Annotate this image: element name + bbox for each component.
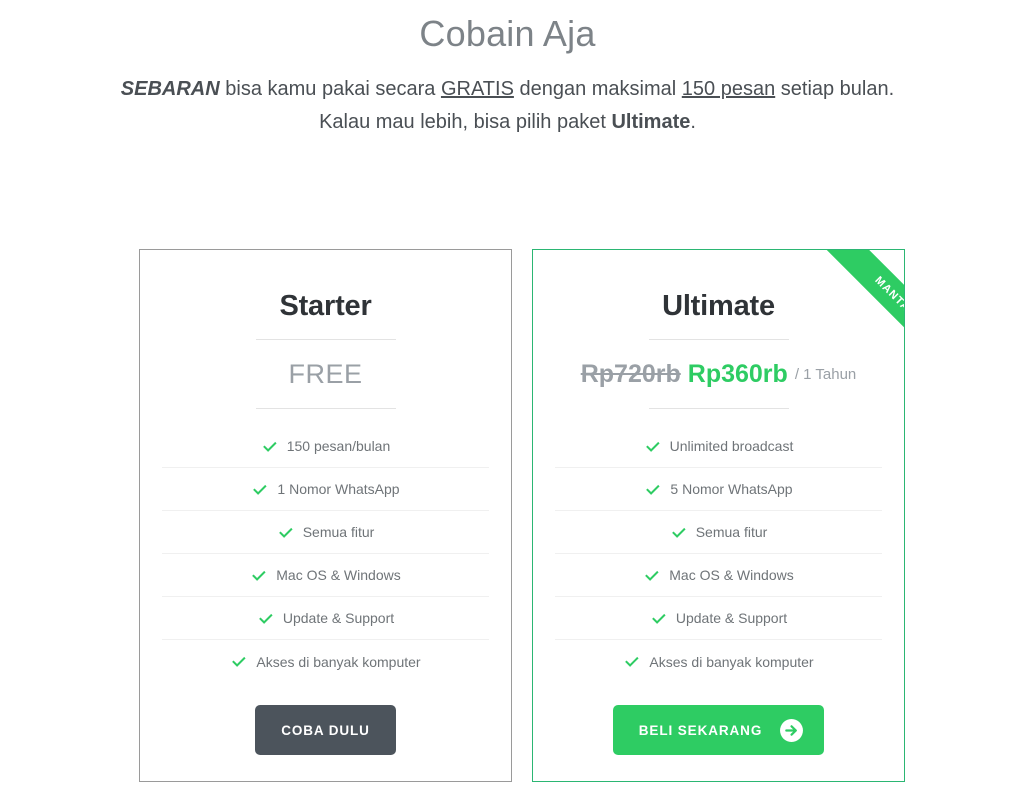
feature-label: Mac OS & Windows xyxy=(276,567,401,583)
pricing-card-ultimate[interactable]: MANTAP! Ultimate Rp720rb Rp360rb / 1 Tah… xyxy=(532,249,905,782)
subtitle-text-4: Kalau mau lebih, bisa pilih paket xyxy=(319,111,612,134)
price-discounted: Rp360rb xyxy=(687,359,788,388)
page-title: Cobain Aja xyxy=(419,13,596,54)
feature-label: Mac OS & Windows xyxy=(669,567,794,583)
feature-label: Unlimited broadcast xyxy=(669,438,794,454)
check-icon xyxy=(645,441,660,452)
feature-row: Update & Support xyxy=(555,597,882,640)
check-icon xyxy=(645,570,659,581)
pricing-card-starter[interactable]: Starter FREE 150 pesan/bulan 1 Nomor Wha… xyxy=(139,249,512,782)
subtitle-line-1: SEBARAN bisa kamu pakai secara GRATIS de… xyxy=(0,73,1015,106)
feature-row: Semua fitur xyxy=(555,511,882,554)
feature-label: Akses di banyak komputer xyxy=(256,653,421,670)
check-icon xyxy=(671,527,686,538)
subtitle-text-3: setiap bulan. xyxy=(775,78,895,101)
arrow-right-circle-icon xyxy=(780,718,804,742)
feature-label: Akses di banyak komputer xyxy=(649,653,814,670)
feature-row: Unlimited broadcast xyxy=(555,425,882,468)
feature-row: Semua fitur xyxy=(162,511,489,554)
feature-label: Semua fitur xyxy=(695,524,768,540)
ultimate-mention: Ultimate xyxy=(611,111,691,134)
feature-label: Semua fitur xyxy=(302,524,375,540)
check-icon xyxy=(262,441,277,452)
beli-sekarang-button[interactable]: BELI SEKARANG xyxy=(612,705,825,755)
check-icon xyxy=(258,613,273,624)
subtitle-text-5: . xyxy=(690,111,696,134)
feature-row: Mac OS & Windows xyxy=(555,554,882,597)
quota-highlight: 150 pesan xyxy=(681,78,776,101)
check-icon xyxy=(651,613,666,624)
feature-label: 150 pesan/bulan xyxy=(286,438,391,454)
feature-label: 1 Nomor WhatsApp xyxy=(277,481,400,497)
check-icon xyxy=(646,484,660,495)
check-icon xyxy=(278,527,293,538)
coba-dulu-button[interactable]: COBA DULU xyxy=(255,705,396,755)
free-highlight: GRATIS xyxy=(440,78,514,101)
brand-name: SEBARAN xyxy=(120,78,220,101)
check-icon xyxy=(232,656,246,667)
subtitle-text-1: bisa kamu pakai secara xyxy=(219,78,441,101)
check-icon xyxy=(625,656,639,667)
feature-row: 1 Nomor WhatsApp xyxy=(162,468,489,511)
feature-row: 150 pesan/bulan xyxy=(162,425,489,468)
feature-row: 5 Nomor WhatsApp xyxy=(555,468,882,511)
pricing-cards-row: Starter FREE 150 pesan/bulan 1 Nomor Wha… xyxy=(139,249,905,782)
price-row-ultimate: Rp720rb Rp360rb / 1 Tahun xyxy=(581,340,857,408)
page-subtitle: SEBARAN bisa kamu pakai secara GRATIS de… xyxy=(0,73,1015,139)
price-row-starter: FREE xyxy=(288,340,362,408)
price-period: / 1 Tahun xyxy=(794,365,857,383)
plan-name-starter: Starter xyxy=(279,290,372,322)
divider-bottom-ultimate xyxy=(648,408,789,409)
price-original: Rp720rb xyxy=(580,359,681,388)
beli-sekarang-label: BELI SEKARANG xyxy=(638,722,763,738)
feature-label: 5 Nomor WhatsApp xyxy=(670,481,793,497)
check-icon xyxy=(253,484,267,495)
plan-name-ultimate: Ultimate xyxy=(662,290,775,322)
check-icon xyxy=(252,570,266,581)
subtitle-text-2: dengan maksimal xyxy=(513,78,682,101)
feature-label: Update & Support xyxy=(282,610,395,626)
price-free-label: FREE xyxy=(288,358,363,389)
feature-list-starter: 150 pesan/bulan 1 Nomor WhatsApp Semua f… xyxy=(162,425,489,683)
cta-wrap-ultimate: BELI SEKARANG xyxy=(612,705,825,755)
cta-wrap-starter: COBA DULU xyxy=(255,705,396,755)
subtitle-line-2: Kalau mau lebih, bisa pilih paket Ultima… xyxy=(0,106,1015,139)
divider-bottom-starter xyxy=(255,408,396,409)
feature-row: Update & Support xyxy=(162,597,489,640)
feature-list-ultimate: Unlimited broadcast 5 Nomor WhatsApp Sem… xyxy=(555,425,882,683)
feature-row: Akses di banyak komputer xyxy=(555,640,882,683)
feature-row: Mac OS & Windows xyxy=(162,554,489,597)
feature-label: Update & Support xyxy=(675,610,788,626)
feature-row: Akses di banyak komputer xyxy=(162,640,489,683)
